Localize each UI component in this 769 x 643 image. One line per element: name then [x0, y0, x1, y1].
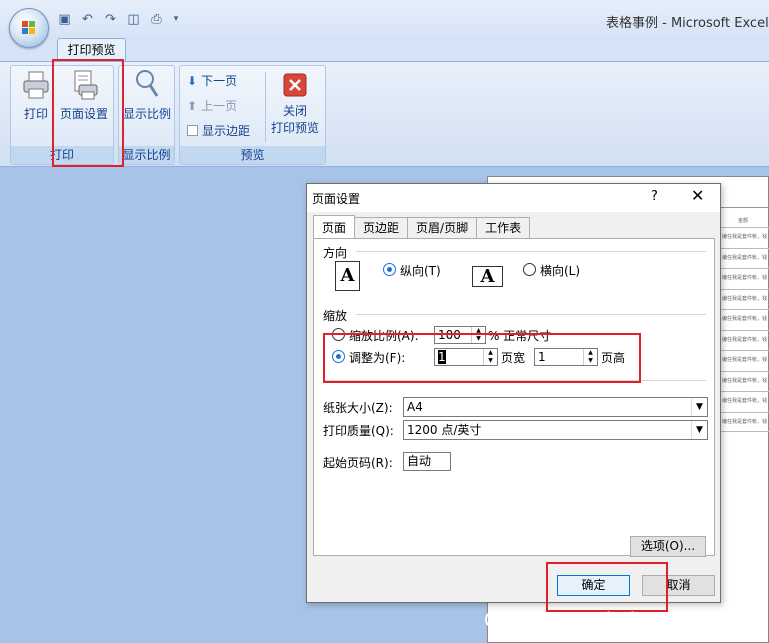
quick-print-icon[interactable]: ⎙: [148, 11, 165, 28]
show-margins-check-icon: [187, 125, 198, 136]
paper-size-select[interactable]: A4 ▼: [403, 397, 708, 417]
tab-margins[interactable]: 页边距: [354, 217, 409, 239]
preview-row: 编任我是套件帐，钱: [720, 268, 769, 289]
print-preview-icon[interactable]: ◫: [125, 11, 142, 28]
preview-row: 编任我是套件帐，钱: [720, 288, 769, 310]
landscape-label: 横向(L): [540, 264, 581, 278]
print-button[interactable]: 打印: [18, 70, 54, 122]
preview-divider: [265, 72, 266, 142]
help-icon[interactable]: ?: [651, 189, 658, 204]
printer-icon: [23, 71, 49, 99]
preview-row: 编任我是套件帐，钱: [720, 411, 769, 432]
landscape-page-icon: A: [472, 266, 503, 287]
options-button[interactable]: 选项(O)...: [630, 536, 706, 557]
show-margins-label: 显示边距: [202, 124, 251, 138]
print-quality-label: 打印质量(Q):: [323, 424, 394, 438]
first-page-input[interactable]: 自动: [403, 452, 451, 471]
page-setup-dialog: 页面设置 ? ✕ 页面 页边距 页眉/页脚 工作表 方向 A 纵向(T) A 横…: [306, 183, 721, 603]
tab-page[interactable]: 页面: [313, 215, 356, 239]
customize-qat-icon[interactable]: ▾: [171, 11, 181, 28]
preview-row: 编任我是套件帐，钱: [720, 309, 769, 330]
paper-size-label: 纸张大小(Z):: [323, 401, 393, 415]
portrait-page-icon: A: [335, 261, 360, 291]
magnifier-icon: [136, 70, 159, 97]
redo-icon[interactable]: ↷: [102, 11, 119, 28]
print-label: 打印: [23, 107, 48, 121]
next-page-button[interactable]: ⬇ 下一页: [187, 72, 237, 89]
chevron-down-icon[interactable]: ▼: [691, 421, 707, 439]
office-button[interactable]: [9, 8, 49, 48]
tab-sheet[interactable]: 工作表: [476, 217, 531, 239]
print-quality-select[interactable]: 1200 点/英寸 ▼: [403, 420, 708, 440]
tab-header-footer[interactable]: 页眉/页脚: [407, 217, 478, 239]
close-preview-label-1: 关闭: [282, 104, 307, 118]
zoom-button[interactable]: 显示比例: [121, 68, 173, 122]
preview-row: 编任我是套件帐，钱: [720, 350, 769, 371]
preview-table: 编任我是套件帐，钱 编任我是套件帐，钱 编任我是套件帐，钱 编任我是套件帐，钱 …: [719, 207, 769, 457]
orientation-divider: [356, 251, 706, 252]
close-icon[interactable]: ✕: [691, 186, 704, 205]
previous-page-label: 上一页: [201, 99, 238, 113]
dialog-title-bar: 页面设置 ? ✕: [307, 184, 720, 212]
highlight-fit-to: [323, 333, 641, 383]
portrait-label: 纵向(T): [400, 264, 441, 278]
preview-row: 编任我是套件帐，钱: [720, 370, 769, 392]
window-title: 表格事例 - Microsoft Excel: [606, 16, 769, 31]
page-tab-panel: 方向 A 纵向(T) A 横向(L) 缩放 缩放比例(A): 100 ▲ ▼ % …: [313, 238, 715, 557]
preview-row: 编任我是套件帐，钱: [720, 329, 769, 351]
scaling-divider: [356, 314, 706, 315]
save-icon[interactable]: ▣: [56, 11, 73, 28]
close-preview-button[interactable]: 关闭 打印预览: [269, 73, 321, 136]
next-page-icon: ⬇: [187, 73, 198, 88]
highlight-ok: [546, 562, 668, 612]
previous-page-icon: ⬆: [187, 98, 198, 113]
dialog-tabs: 页面 页边距 页眉/页脚 工作表: [313, 215, 531, 239]
preview-row: 编任我是套件帐，钱: [720, 227, 769, 248]
preview-row: 编任我是套件帐，钱: [720, 247, 769, 269]
office-logo-icon: [22, 21, 36, 35]
previous-page-button[interactable]: ⬆ 上一页: [187, 97, 237, 114]
portrait-radio[interactable]: [383, 263, 396, 276]
highlight-page-setup: [52, 59, 124, 167]
watermark: CSDN @statistics+insight: [484, 608, 741, 632]
zoom-label: 显示比例: [122, 107, 171, 121]
scaling-section-label: 缩放: [323, 309, 348, 323]
preview-row: 编任我是套件帐，钱: [720, 391, 769, 412]
group-zoom-label: 显示比例: [119, 146, 174, 164]
show-margins-checkbox[interactable]: 显示边距: [187, 122, 250, 139]
paper-size-value: A4: [407, 400, 423, 414]
group-preview-label: 预览: [180, 146, 325, 164]
quick-access-toolbar: ▣ ↶ ↷ ◫ ⎙ ▾: [56, 11, 181, 28]
close-preview-label-2: 打印预览: [270, 121, 319, 135]
first-page-label: 起始页码(R):: [323, 456, 393, 470]
next-page-label: 下一页: [201, 74, 238, 88]
orientation-section-label: 方向: [323, 246, 348, 260]
undo-icon[interactable]: ↶: [79, 11, 96, 28]
close-red-icon: [283, 73, 307, 97]
landscape-radio[interactable]: [523, 263, 536, 276]
print-quality-value: 1200 点/英寸: [407, 423, 482, 437]
dialog-title: 页面设置: [312, 192, 361, 206]
chevron-down-icon[interactable]: ▼: [691, 398, 707, 416]
